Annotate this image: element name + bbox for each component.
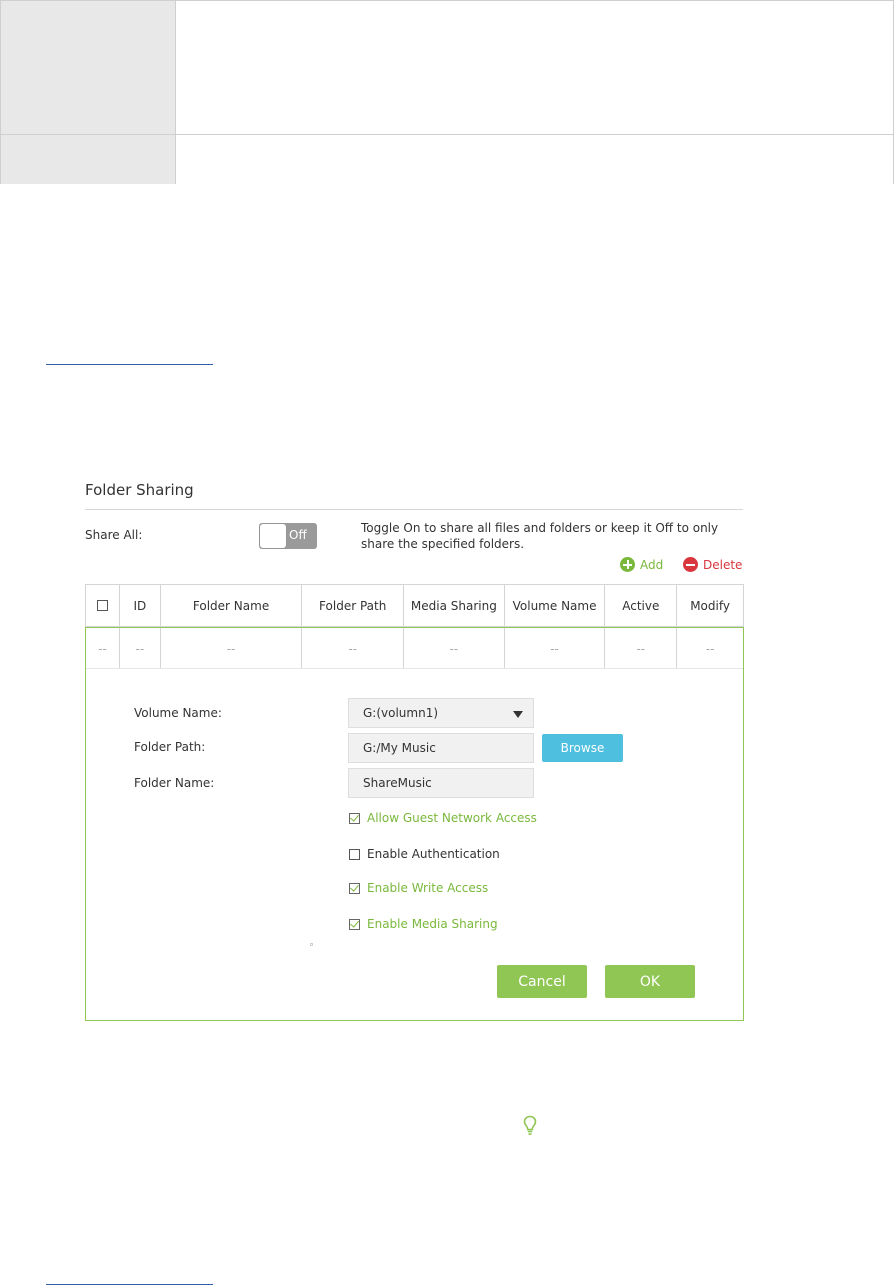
checkbox-unchecked[interactable] xyxy=(349,848,360,860)
delete-label: Delete xyxy=(703,557,743,572)
folder-path-label: Folder Path: xyxy=(134,740,206,754)
info-table-row xyxy=(1,1,893,135)
delete-button[interactable]: Delete xyxy=(683,557,742,572)
column-header-media-sharing: Media Sharing xyxy=(404,585,505,626)
plus-circle-icon xyxy=(620,557,635,572)
volume-name-value: G:(volumn1) xyxy=(363,706,439,720)
allow-guest-network-access-label: Allow Guest Network Access xyxy=(367,811,537,825)
column-header-active: Active xyxy=(605,585,678,626)
enable-authentication-label: Enable Authentication xyxy=(367,847,500,861)
column-header-folder-path: Folder Path xyxy=(302,585,405,626)
add-button[interactable]: Add xyxy=(620,557,663,572)
info-table-value-cell xyxy=(176,1,893,134)
enable-media-sharing-label: Enable Media Sharing xyxy=(367,917,498,931)
table-row[interactable]: -- -- -- -- -- -- -- -- xyxy=(85,627,744,669)
link-underline[interactable] xyxy=(46,364,213,365)
form-divider xyxy=(86,668,743,669)
column-header-id: ID xyxy=(120,585,161,626)
table-cell: -- xyxy=(302,628,405,669)
enable-authentication-checkbox[interactable]: Enable Authentication xyxy=(349,847,500,861)
table-cell: -- xyxy=(605,628,678,669)
cancel-button[interactable]: Cancel xyxy=(497,965,587,998)
checkbox-checked[interactable] xyxy=(349,882,360,894)
column-header-volume-name: Volume Name xyxy=(505,585,606,626)
dropdown-arrow-icon xyxy=(513,711,523,718)
minus-circle-icon xyxy=(683,557,698,572)
folder-table: ID Folder Name Folder Path Media Sharing… xyxy=(85,584,744,669)
table-cell: -- xyxy=(705,641,715,656)
share-all-description: Toggle On to share all files and folders… xyxy=(361,521,719,551)
info-table xyxy=(0,0,894,184)
table-cell: -- xyxy=(86,628,120,669)
info-table-value-cell xyxy=(176,135,893,184)
folder-path-value: G:/My Music xyxy=(363,741,436,755)
table-cell: -- xyxy=(404,628,505,669)
share-all-toggle[interactable]: Off xyxy=(259,523,317,549)
folder-sharing-title: Folder Sharing xyxy=(85,481,194,499)
table-cell: -- xyxy=(120,628,161,669)
column-header-modify: Modify xyxy=(690,598,730,613)
folder-name-label: Folder Name: xyxy=(134,776,215,790)
table-cell: -- xyxy=(505,628,606,669)
link-underline[interactable] xyxy=(46,1284,213,1285)
table-header: ID Folder Name Folder Path Media Sharing… xyxy=(85,584,744,627)
enable-write-access-checkbox[interactable]: Enable Write Access xyxy=(349,881,488,895)
title-divider xyxy=(85,509,743,510)
select-all-checkbox[interactable] xyxy=(96,600,108,611)
folder-path-input[interactable]: G:/My Music xyxy=(348,733,534,763)
info-table-key-cell xyxy=(1,1,176,134)
lightbulb-icon xyxy=(523,1115,537,1135)
add-label: Add xyxy=(640,557,664,572)
info-table-row xyxy=(1,135,893,184)
table-cell: -- xyxy=(161,628,303,669)
share-all-label: Share All: xyxy=(85,528,143,542)
folder-name-value: ShareMusic xyxy=(363,776,432,790)
allow-guest-network-access-checkbox[interactable]: Allow Guest Network Access xyxy=(349,811,537,825)
toggle-state-text: Off xyxy=(289,528,307,542)
browse-button[interactable]: Browse xyxy=(542,734,623,762)
select-all-cell xyxy=(86,585,120,626)
volume-name-label: Volume Name: xyxy=(134,706,222,720)
stray-marker xyxy=(310,943,313,946)
folder-name-input[interactable]: ShareMusic xyxy=(348,768,534,798)
checkbox-checked[interactable] xyxy=(349,918,360,930)
enable-write-access-label: Enable Write Access xyxy=(367,881,489,895)
volume-name-select[interactable]: G:(volumn1) xyxy=(348,698,534,728)
checkbox-checked[interactable] xyxy=(349,812,360,824)
column-header-folder-name: Folder Name xyxy=(161,585,303,626)
info-table-key-cell xyxy=(1,135,176,184)
enable-media-sharing-checkbox[interactable]: Enable Media Sharing xyxy=(349,917,498,931)
toggle-knob[interactable] xyxy=(260,524,286,548)
ok-button[interactable]: OK xyxy=(605,965,695,998)
